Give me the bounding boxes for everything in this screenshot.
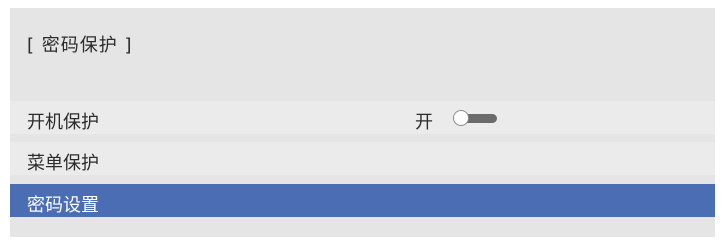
power-on-protection-value: 开 [415,112,433,133]
menu-item-label: 菜单保护 [27,153,99,174]
menu-item-menu-protection[interactable]: 菜单保护 [10,142,715,175]
password-protection-panel: [ 密码保护 ] 开机保护 开 菜单保护 密码设置 [10,8,715,237]
panel-header: [ 密码保护 ] [10,8,715,96]
toggle-knob [453,110,469,126]
page-title: [ 密码保护 ] [27,35,133,56]
menu-item-password-settings[interactable]: 密码设置 [10,184,715,217]
menu-item-power-on-protection[interactable]: 开机保护 开 [10,101,715,134]
toggle-switch-icon[interactable] [453,110,497,126]
menu-item-label: 开机保护 [27,112,99,133]
panel-footer [10,223,715,237]
menu-item-label: 密码设置 [27,195,99,216]
